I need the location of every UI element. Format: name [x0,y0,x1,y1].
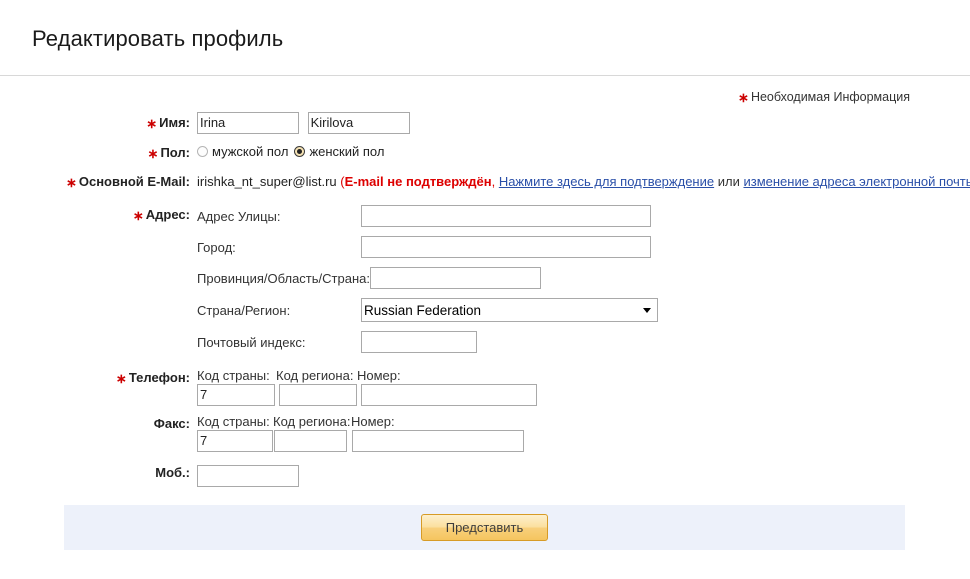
gender-option-male-label: мужской пол [212,144,289,159]
address-zip-row: Почтовый индекс: [197,331,970,353]
fax-label-text: Факс: [153,416,190,431]
city-label: Город: [197,239,236,255]
header-divider [0,75,970,76]
name-label: ∗ Имя: [0,112,197,132]
phone-area-code-label: Код региона: [276,368,354,383]
province-label: Провинция/Область/Страна: [197,270,370,286]
asterisk-icon: ∗ [65,175,77,190]
fax-number-label: Номер: [351,414,395,429]
country-label: Страна/Регион: [197,302,291,318]
radio-unchecked-icon[interactable] [197,146,208,157]
email-label-text: Основной E-Mail: [78,174,190,189]
street-input[interactable] [361,205,651,227]
phone-number-label: Номер: [357,368,401,383]
gender-option-male[interactable]: мужской пол [197,144,288,159]
asterisk-icon: ∗ [147,146,159,161]
asterisk-icon: ∗ [132,208,144,223]
gender-label-text: Пол: [160,145,190,160]
form-row-fax: Факс: Код страны: Код региона: Номер: [0,414,970,452]
verify-email-link[interactable]: Нажмите здесь для подтверждение [499,174,714,189]
asterisk-icon: ∗ [115,371,127,386]
email-address-value: irishka_nt_super@list.ru [197,174,337,189]
address-street-row: Адрес Улицы: [197,205,970,227]
email-comma: , [491,174,496,189]
street-label: Адрес Улицы: [197,208,281,224]
address-city-row: Город: [197,236,970,258]
page-header: Редактировать профиль [0,0,970,51]
mobile-label-text: Моб.: [155,465,190,480]
country-select[interactable]: Russian Federation [361,298,658,322]
zip-input[interactable] [361,331,477,353]
city-input[interactable] [361,236,651,258]
fax-number-input[interactable] [352,430,524,452]
asterisk-icon: ∗ [146,116,158,131]
form-row-name: ∗ Имя: [0,112,970,134]
zip-label: Почтовый индекс: [197,334,306,350]
fax-inputs [197,430,970,452]
gender-fields: мужской пол женский пол [197,144,970,159]
phone-label-text: Телефон: [128,370,190,385]
form-row-email: ∗ Основной E-Mail: irishka_nt_super@list.… [0,174,970,191]
fax-country-code-input[interactable] [197,430,273,452]
gender-label: ∗ Пол: [0,144,197,162]
first-name-input[interactable] [197,112,299,134]
mobile-label: Моб.: [0,465,197,480]
gender-option-female[interactable]: женский пол [294,144,384,159]
email-value-block: irishka_nt_super@list.ru (E-mail не подт… [197,174,970,189]
gender-option-female-label: женский пол [309,144,385,159]
form-row-address: ∗ Адрес: Адрес Улицы: Город: Провинция/Об… [0,205,970,362]
last-name-input[interactable] [307,112,410,134]
email-or-text: или [717,174,740,189]
phone-fields: Код страны: Код региона: Номер: [197,368,970,406]
change-email-link[interactable]: изменение адреса электронной почты [743,174,970,189]
fax-area-code-input[interactable] [274,430,347,452]
phone-inputs [197,384,970,406]
phone-country-code-label: Код страны: [197,368,270,383]
address-province-row: Провинция/Область/Страна: [197,267,970,289]
fax-sub-labels: Код страны: Код региона: Номер: [197,414,970,429]
asterisk-icon: ∗ [738,90,749,105]
required-info-note: ∗ Необходимая Информация [0,90,970,106]
mobile-fields [197,465,970,487]
address-country-row: Страна/Регион: Russian Federation [197,298,970,322]
form-row-gender: ∗ Пол: мужской пол женский пол [0,144,970,162]
page-title: Редактировать профиль [32,26,284,51]
address-fields: Адрес Улицы: Город: Провинция/Область/Ст… [197,205,970,362]
fax-country-code-label: Код страны: [197,414,270,429]
phone-country-code-input[interactable] [197,384,275,406]
phone-label: ∗ Телефон: [0,368,197,387]
fax-area-code-label: Код региона: [273,414,351,429]
address-label: ∗ Адрес: [0,205,197,224]
footer-bar: Представить [64,505,905,550]
address-label-text: Адрес: [145,207,190,222]
radio-checked-icon[interactable] [294,146,306,157]
fax-label: Факс: [0,414,197,431]
form-row-phone: ∗ Телефон: Код страны: Код региона: Номер… [0,368,970,406]
name-label-text: Имя: [159,115,190,130]
fax-fields: Код страны: Код региона: Номер: [197,414,970,452]
required-info-label: Необходимая Информация [750,90,910,104]
submit-button[interactable]: Представить [420,514,549,541]
phone-number-input[interactable] [361,384,537,406]
email-label: ∗ Основной E-Mail: [0,174,197,191]
form-row-mobile: Моб.: [0,465,970,487]
province-input[interactable] [369,267,541,289]
edit-profile-form: ∗Имя: ∗Пол: мужской пол женский пол [0,112,970,487]
country-select-wrapper[interactable]: Russian Federation [361,298,658,322]
gender-radio-group: мужской пол женский пол [197,144,970,159]
name-fields [197,112,970,134]
phone-sub-labels: Код страны: Код региона: Номер: [197,368,970,383]
mobile-input[interactable] [197,465,299,487]
phone-area-code-input[interactable] [279,384,357,406]
email-unverified-warning: E-mail не подтверждён [344,174,492,189]
